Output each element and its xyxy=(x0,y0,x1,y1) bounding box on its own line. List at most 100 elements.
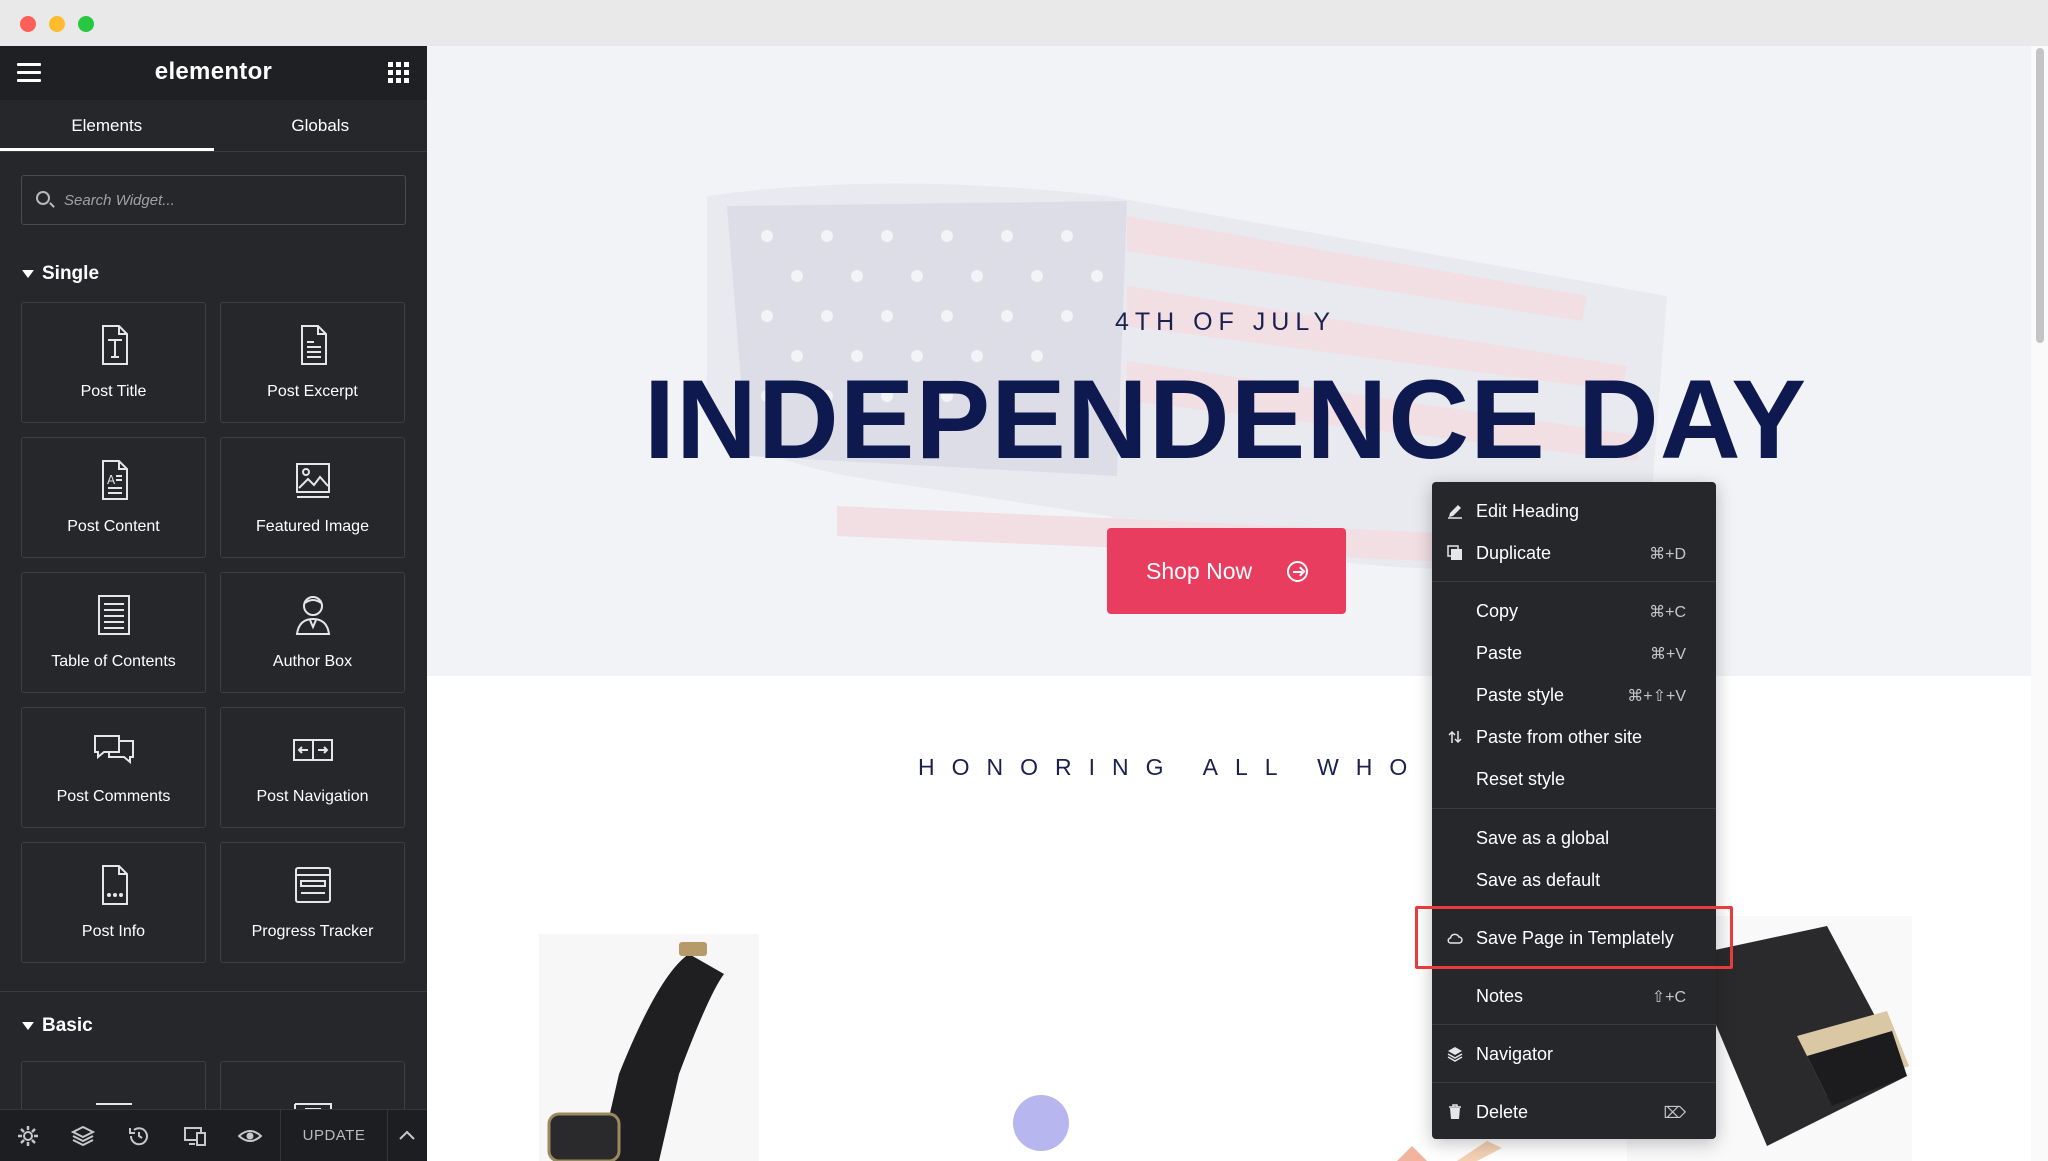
menu-separator xyxy=(1432,581,1716,582)
widget-label: Post Info xyxy=(81,923,146,940)
caret-down-icon xyxy=(22,1022,34,1030)
widget-post-navigation[interactable]: Post Navigation xyxy=(220,707,405,828)
hero-heading[interactable]: INDEPENDENCE DAY xyxy=(427,364,2024,476)
menu-item-label: Paste from other site xyxy=(1476,727,1643,747)
post-title-icon xyxy=(101,325,128,365)
menu-item-label: Notes xyxy=(1476,986,1524,1006)
widget-featured-image[interactable]: Featured Image xyxy=(220,437,405,558)
widget-label: Post Comments xyxy=(56,788,171,805)
menu-item-paste-style[interactable]: Paste style ⌘+⇧+V xyxy=(1432,674,1716,716)
minimize-window-button[interactable] xyxy=(49,16,65,32)
hero-eyebrow[interactable]: 4TH OF JULY xyxy=(427,308,2024,337)
progress-tracker-icon xyxy=(294,867,331,903)
post-info-icon xyxy=(101,865,128,905)
shortcut-label: ⌘+C xyxy=(1649,604,1686,621)
apps-grid-icon[interactable] xyxy=(388,62,409,83)
menu-item-paste-from-other-site[interactable]: Paste from other site xyxy=(1432,716,1716,758)
table-of-contents-icon xyxy=(97,595,130,635)
tab-elements[interactable]: Elements xyxy=(0,100,214,151)
menu-item-duplicate[interactable]: Duplicate ⌘+D xyxy=(1432,532,1716,574)
brand-logo: elementor xyxy=(154,58,273,85)
section-single-header[interactable]: Single xyxy=(0,259,427,289)
menu-item-delete[interactable]: Delete ⌦ xyxy=(1432,1091,1716,1133)
menu-item-label: Edit Heading xyxy=(1476,501,1580,521)
menu-item-label: Paste style xyxy=(1476,685,1565,705)
widget-post-content[interactable]: A Post Content xyxy=(21,437,206,558)
canvas-scrollbar[interactable] xyxy=(2031,46,2048,1161)
menu-item-save-as-global[interactable]: Save as a global xyxy=(1432,817,1716,859)
section-title: Basic xyxy=(42,1015,93,1036)
menu-item-label: Copy xyxy=(1476,601,1519,621)
widget-post-info[interactable]: Post Info xyxy=(21,842,206,963)
widget-table-of-contents[interactable]: Table of Contents xyxy=(21,572,206,693)
shop-now-button[interactable]: Shop Now xyxy=(1107,528,1346,614)
widget-label: Progress Tracker xyxy=(251,923,374,940)
shop-now-label: Shop Now xyxy=(1146,558,1253,584)
preview-eye-icon[interactable] xyxy=(238,1124,262,1148)
smartwatch-image xyxy=(539,934,759,1161)
panel-header: elementor xyxy=(0,46,427,100)
shortcut-label: ⇧+C xyxy=(1651,989,1686,1006)
trash-icon xyxy=(1449,1104,1461,1119)
panel-tabs: Elements Globals xyxy=(0,100,427,152)
widget-label: Post Content xyxy=(67,518,160,535)
widget-label: Featured Image xyxy=(256,518,369,535)
decor-shapes xyxy=(1397,1141,1502,1161)
section-title: Single xyxy=(42,263,100,284)
history-icon[interactable] xyxy=(127,1124,151,1148)
scrollbar-thumb[interactable] xyxy=(2036,48,2044,343)
widget-progress-tracker[interactable]: Progress Tracker xyxy=(220,842,405,963)
post-content-icon: A xyxy=(101,460,128,500)
hero-section[interactable]: 4TH OF JULY INDEPENDENCE DAY Shop Now xyxy=(427,46,2031,676)
menu-item-copy[interactable]: Copy ⌘+C xyxy=(1432,590,1716,632)
section-basic-header[interactable]: Basic xyxy=(0,1011,427,1041)
pencil-icon xyxy=(1448,505,1462,519)
menu-item-paste[interactable]: Paste ⌘+V xyxy=(1432,632,1716,674)
menu-item-navigator[interactable]: Navigator xyxy=(1432,1033,1716,1075)
widget-post-title[interactable]: Post Title xyxy=(21,302,206,423)
widget-search xyxy=(21,175,406,225)
menu-separator xyxy=(1432,1024,1716,1025)
widget-label: Post Excerpt xyxy=(267,383,358,400)
layers-icon[interactable] xyxy=(71,1124,95,1148)
editor-canvas[interactable]: 4TH OF JULY INDEPENDENCE DAY Shop Now HO… xyxy=(427,46,2031,1161)
chevron-up-icon[interactable] xyxy=(397,1126,417,1146)
window-titlebar xyxy=(0,0,2048,46)
shortcut-label: ⌘+D xyxy=(1649,546,1686,563)
update-button[interactable]: UPDATE xyxy=(280,1110,388,1161)
shortcut-label: ⌘+V xyxy=(1649,646,1686,663)
context-menu: Edit Heading Duplicate ⌘+D Copy ⌘+C Past… xyxy=(1432,482,1716,1139)
highlight-box xyxy=(1415,906,1733,969)
widget-label: Post Title xyxy=(80,383,147,400)
menu-item-edit-heading[interactable]: Edit Heading xyxy=(1432,490,1716,532)
svg-text:A: A xyxy=(107,473,116,487)
shortcut-label: ⌘+⇧+V xyxy=(1627,688,1686,705)
menu-item-label: Duplicate xyxy=(1476,543,1552,563)
paste-arrows-icon xyxy=(1448,730,1462,744)
menu-item-notes[interactable]: Notes ⇧+C xyxy=(1432,975,1716,1017)
close-window-button[interactable] xyxy=(20,16,36,32)
maximize-window-button[interactable] xyxy=(78,16,94,32)
menu-item-label: Paste xyxy=(1476,643,1523,663)
shortcut-label: ⌦ xyxy=(1663,1105,1686,1122)
settings-gear-icon[interactable] xyxy=(16,1124,40,1148)
responsive-mode-icon[interactable] xyxy=(183,1124,207,1148)
widget-author-box[interactable]: Author Box xyxy=(220,572,405,693)
layers-icon xyxy=(1447,1047,1463,1062)
tab-globals[interactable]: Globals xyxy=(214,100,428,151)
decor-circle xyxy=(1013,1095,1069,1151)
search-icon xyxy=(36,191,50,205)
menu-separator xyxy=(1432,808,1716,809)
widget-post-excerpt[interactable]: Post Excerpt xyxy=(220,302,405,423)
menu-item-label: Navigator xyxy=(1476,1044,1554,1064)
featured-image-icon xyxy=(295,463,330,498)
menu-item-save-as-default[interactable]: Save as default xyxy=(1432,859,1716,901)
widget-label: Table of Contents xyxy=(51,653,176,670)
widget-label: Author Box xyxy=(272,653,353,670)
widget-grid: Post Title Post Excerpt A Post Content F… xyxy=(0,302,427,963)
search-input[interactable] xyxy=(64,176,404,224)
caret-down-icon xyxy=(22,270,34,278)
author-box-icon xyxy=(295,596,330,635)
widget-post-comments[interactable]: Post Comments xyxy=(21,707,206,828)
menu-item-reset-style[interactable]: Reset style xyxy=(1432,758,1716,800)
